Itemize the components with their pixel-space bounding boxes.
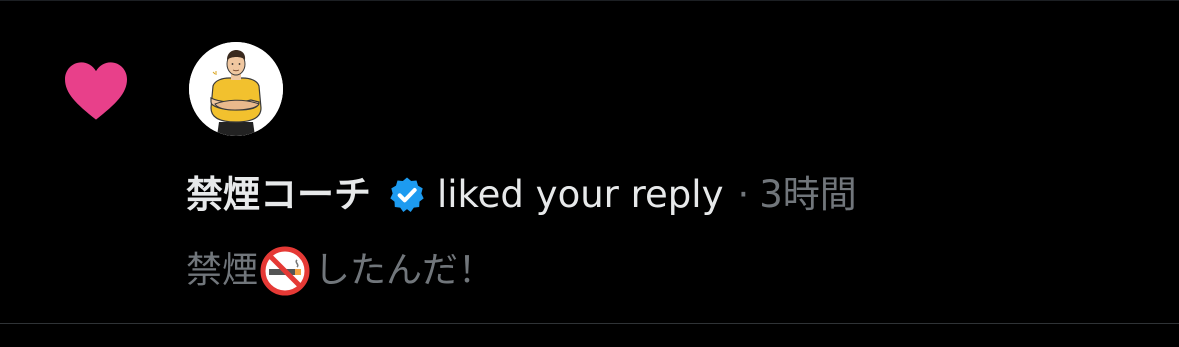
coach-avatar-icon — [189, 42, 283, 136]
reply-preview[interactable]: 禁煙 したんだ！ — [186, 246, 495, 296]
action-text: liked your reply — [437, 173, 724, 216]
heart-icon — [65, 62, 127, 120]
notification-text: 禁煙コーチ liked your reply · 3時間 — [186, 171, 857, 219]
bottom-divider — [0, 323, 1179, 324]
like-notification[interactable]: 禁煙コーチ liked your reply · 3時間 禁煙 したんだ！ — [0, 1, 1179, 323]
preview-text-before: 禁煙 — [186, 250, 259, 291]
timestamp: 3時間 — [759, 173, 857, 216]
no-smoking-icon — [260, 246, 310, 296]
preview-text-after: したんだ！ — [314, 250, 495, 291]
avatar[interactable] — [189, 42, 283, 136]
author-name[interactable]: 禁煙コーチ — [186, 171, 371, 219]
separator: · — [737, 173, 750, 216]
verified-badge-icon — [390, 177, 424, 212]
